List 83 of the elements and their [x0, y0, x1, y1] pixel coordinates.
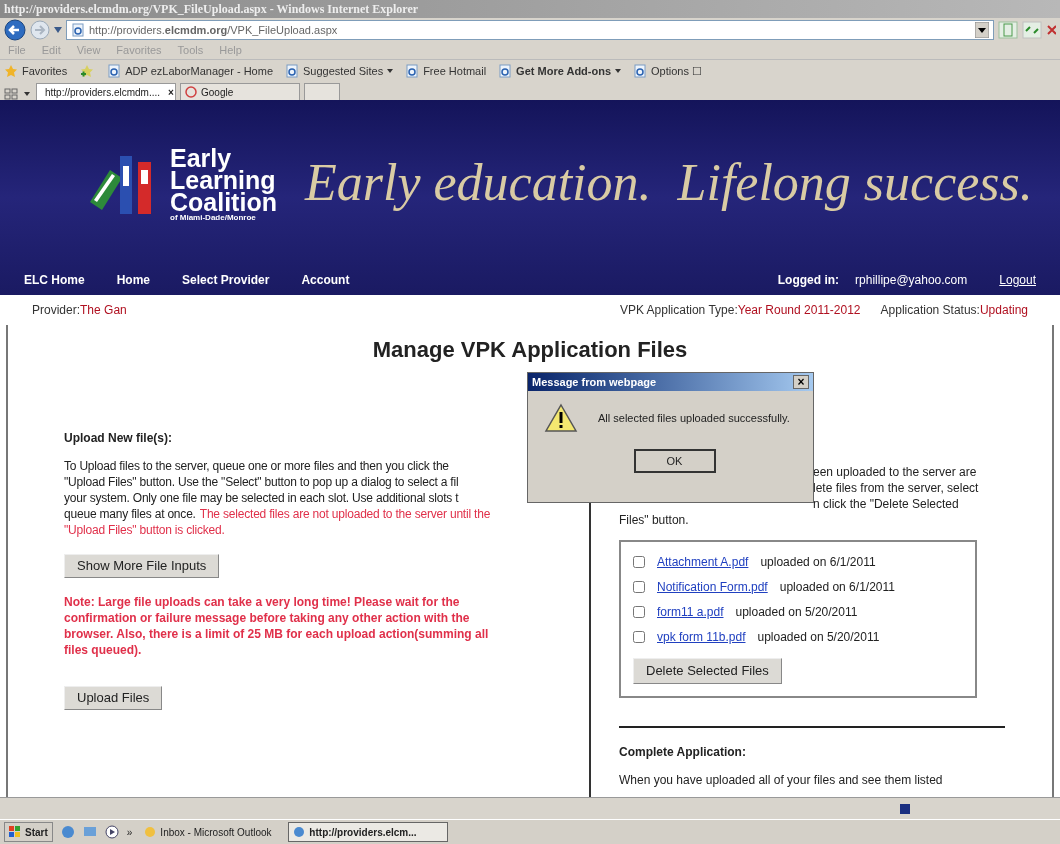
favorites-button[interactable]: Favorites	[4, 62, 68, 80]
provider-name: The Gan	[80, 302, 127, 319]
delete-selected-files-button[interactable]: Delete Selected Files	[633, 658, 782, 684]
progress-icon	[900, 803, 910, 814]
favorites-link[interactable]: ADP ezLaborManager - Home	[107, 62, 273, 80]
star-icon	[4, 64, 18, 78]
ok-button[interactable]: OK	[633, 449, 716, 473]
file-link[interactable]: Notification Form.pdf	[657, 579, 768, 595]
tagline: Early education. Lifelong success.	[304, 152, 1033, 213]
logout-link[interactable]: Logout	[999, 271, 1036, 289]
media-icon[interactable]	[104, 825, 119, 839]
instruction-text: "Upload Files" button. Use the "Select" button to pop up a dialog to select a fil	[64, 474, 460, 490]
nav-link[interactable]: Account	[301, 271, 350, 289]
favorites-link[interactable]: Free Hotmail	[405, 62, 487, 80]
upload-date: uploaded on 5/20/2011	[735, 604, 858, 620]
file-link[interactable]: vpk form 11b.pdf	[657, 629, 746, 645]
instruction-text: queue many files at once.	[64, 506, 196, 522]
favorites-link[interactable]: Options ☐	[633, 62, 702, 80]
logo-subtitle: of Miami-Dade/Monroe	[170, 212, 257, 223]
warning-text: "Upload Files" button is clicked.	[64, 522, 226, 538]
close-tab-button[interactable]: ×	[168, 84, 174, 100]
dropdown-icon	[615, 69, 622, 73]
address-field[interactable]: http://providers.elcmdm.org/VPK_FileUpload.aspx	[66, 20, 994, 40]
instruction-text: n click the "Delete Selected	[812, 496, 960, 512]
windows-logo-icon	[9, 826, 21, 838]
favorites-link[interactable]: Suggested Sites	[285, 62, 394, 80]
upload-date: uploaded on 6/1/2011	[760, 554, 876, 570]
nav-link[interactable]: Home	[116, 271, 151, 289]
page-icon	[498, 64, 513, 78]
start-button[interactable]: Start	[4, 822, 53, 842]
file-link[interactable]: Attachment A.pdf	[657, 554, 749, 570]
warning-text: The selected files are not uploaded to the server until the	[199, 506, 491, 522]
dropdown-icon	[387, 69, 394, 73]
instruction-text: When you have uploaded all of your files and see them listed	[619, 772, 944, 788]
upload-date: uploaded on 5/20/2011	[757, 629, 880, 645]
instruction-text: your system. Only one file may be selected in each slot. Use additional slots t	[64, 490, 460, 506]
dialog-message: All selected files uploaded successfully.	[598, 410, 790, 426]
favorites-link[interactable]: Get More Add-ons	[498, 62, 622, 80]
upload-date: uploaded on 6/1/2011	[779, 579, 895, 595]
upload-files-button[interactable]: Upload Files	[64, 686, 163, 710]
page-icon	[71, 23, 85, 37]
page-icon	[285, 64, 299, 78]
user-email: rphillipe@yahoo.com	[855, 272, 968, 289]
section-title: Complete Application:	[619, 744, 747, 760]
application-status: Updating	[979, 302, 1028, 319]
file-checkbox[interactable]	[633, 606, 645, 618]
instruction-text: lete files from the server, select	[812, 480, 980, 496]
application-status-label: Application Status:	[880, 302, 980, 319]
note-text: Note: Large file uploads can take a very long time! Please wait for the confirmation or failure message before taking any other action with the browser. Also, there is a limit of 25 MB for each upload action(summing all files queued).	[64, 594, 490, 658]
file-link[interactable]: form11 a.pdf	[657, 604, 724, 620]
browser-tab[interactable]: http://providers.elcmdm.... ×	[36, 83, 176, 100]
add-favorites-icon[interactable]	[79, 64, 96, 78]
application-type-label: VPK Application Type:	[619, 302, 738, 319]
app-icon	[144, 826, 157, 838]
browser-icon[interactable]	[60, 825, 75, 839]
instruction-text: To Upload files to the server, queue one or more files and then you click the	[64, 458, 450, 474]
show-more-file-inputs-button[interactable]: Show More File Inputs	[64, 554, 220, 578]
file-checkbox[interactable]	[633, 581, 645, 593]
page-icon	[107, 64, 122, 78]
taskbar-item[interactable]: Inbox - Microsoft Outlook	[140, 822, 281, 842]
page-heading: Manage VPK Application Files	[372, 336, 688, 364]
application-type: Year Round 2011-2012	[737, 302, 861, 319]
nav-link[interactable]: ELC Home	[24, 271, 85, 289]
taskbar-item[interactable]: http://providers.elcm...	[288, 822, 449, 842]
back-icon[interactable]	[4, 19, 26, 41]
instruction-text: een uploaded to the server are	[812, 464, 978, 480]
app-icon	[293, 826, 306, 838]
dialog-title-bar: Message from webpage ×	[528, 373, 813, 391]
nav-link[interactable]: Select Provider	[182, 271, 270, 289]
page-icon	[405, 64, 420, 78]
section-title: Upload New file(s):	[64, 430, 173, 446]
browser-tab[interactable]: Google	[180, 83, 300, 100]
logged-in-label: Logged in:	[777, 272, 840, 289]
title-bar: http://providers.elcmdm.org/VPK_FileUpload.aspx - Windows Internet Explorer	[0, 0, 1060, 18]
more-button[interactable]: »	[126, 824, 133, 840]
provider-label: Provider:	[32, 302, 81, 319]
instruction-text: Files" button.	[619, 512, 690, 528]
warning-icon	[544, 403, 578, 433]
close-button[interactable]: ×	[793, 375, 809, 389]
file-checkbox[interactable]	[633, 631, 645, 643]
file-checkbox[interactable]	[633, 556, 645, 568]
dropdown-icon[interactable]	[975, 22, 989, 38]
page-icon	[633, 64, 648, 78]
